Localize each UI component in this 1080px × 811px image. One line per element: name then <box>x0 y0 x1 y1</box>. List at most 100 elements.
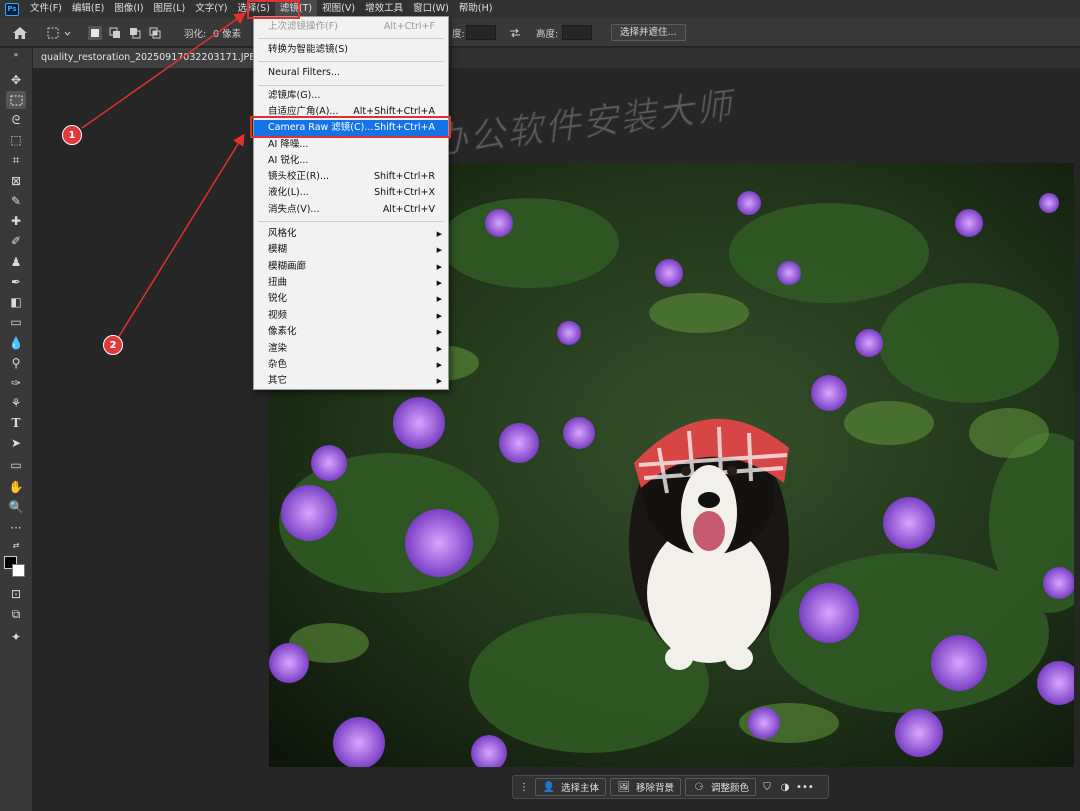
menu-item-last-filter[interactable]: 上次滤镜操作(F) Alt+Ctrl+F <box>254 19 448 35</box>
menu-item-sharpen[interactable]: 锐化 ▶ <box>254 291 448 307</box>
more-options-icon[interactable]: ••• <box>796 782 814 793</box>
menu-item-video[interactable]: 视频 ▶ <box>254 308 448 324</box>
menu-item-label: AI 降噪... <box>268 139 309 150</box>
background-color-swatch[interactable] <box>12 564 25 577</box>
swap-icon[interactable] <box>509 18 521 47</box>
feather-input[interactable]: 0 像素 <box>213 18 241 47</box>
more-tools-icon[interactable]: ··· <box>6 519 26 537</box>
dodge-tool-icon[interactable]: ⚲ <box>6 354 26 372</box>
brush-tool-icon[interactable]: ✐ <box>6 232 26 250</box>
menu-divider <box>258 85 444 86</box>
menu-item-noise[interactable]: 杂色 ▶ <box>254 357 448 373</box>
menu-item-label: 模糊画廊 <box>268 261 307 272</box>
remove-background-button[interactable]: 🖼 移除背景 <box>610 778 682 796</box>
menu-item-render[interactable]: 渲染 ▶ <box>254 341 448 357</box>
menu-help[interactable]: 帮助(H) <box>454 0 498 18</box>
menu-item-label: 扭曲 <box>268 277 288 288</box>
menu-item-pixelate[interactable]: 像素化 ▶ <box>254 324 448 340</box>
submenu-arrow-icon: ▶ <box>436 263 442 271</box>
menu-type[interactable]: 文字(Y) <box>190 0 232 18</box>
contextual-task-bar: ⋮ 👤 选择主体 🖼 移除背景 ⚆ 调整颜色 ⛉ ◑ ••• <box>512 775 829 799</box>
select-subject-button[interactable]: 👤 选择主体 <box>535 778 607 796</box>
menu-image[interactable]: 图像(I) <box>109 0 148 18</box>
menu-item-label: 模糊 <box>268 244 288 255</box>
move-tool-icon[interactable]: ✥ <box>6 71 26 89</box>
menu-item-blur-gallery[interactable]: 模糊画廊 ▶ <box>254 259 448 275</box>
width-input[interactable] <box>466 25 496 40</box>
menu-bar: Ps 文件(F) 编辑(E) 图像(I) 图层(L) 文字(Y) 选择(S) 滤… <box>0 0 1080 18</box>
adjust-color-button[interactable]: ⚆ 调整颜色 <box>685 778 757 796</box>
menu-item-lens-correction[interactable]: 镜头校正(R)... Shift+Ctrl+R <box>254 169 448 185</box>
type-tool-icon[interactable]: T <box>6 414 26 432</box>
select-subject-label: 选择主体 <box>561 783 600 794</box>
menu-item-label: 滤镜库(G)... <box>268 90 321 101</box>
filter-menu: 上次滤镜操作(F) Alt+Ctrl+F 转换为智能滤镜(S) Neural Fi… <box>253 16 449 390</box>
menu-item-label: AI 锐化... <box>268 155 309 166</box>
menu-layer[interactable]: 图层(L) <box>149 0 191 18</box>
menu-item-label: 液化(L)... <box>268 187 309 198</box>
menu-item-label: Neural Filters... <box>268 67 340 78</box>
image-icon: 🖼 <box>617 781 631 793</box>
menu-item-neural-filters[interactable]: Neural Filters... <box>254 65 448 81</box>
eyedropper-tool-icon[interactable]: ✎ <box>6 192 26 210</box>
menu-item-ai-sharpen[interactable]: AI 锐化... <box>254 153 448 169</box>
menu-item-label: 锐化 <box>268 293 288 304</box>
menu-item-stylize[interactable]: 风格化 ▶ <box>254 226 448 242</box>
frame-tool-icon[interactable]: ⊠ <box>6 172 26 190</box>
rectangle-tool-icon[interactable]: ▭ <box>6 456 26 474</box>
swap-colors-icon[interactable]: ⇄ <box>6 540 26 550</box>
submenu-arrow-icon: ▶ <box>436 361 442 369</box>
menu-item-shortcut: Alt+Ctrl+V <box>382 204 435 215</box>
home-icon[interactable] <box>12 18 28 47</box>
history-brush-tool-icon[interactable]: ✒ <box>6 273 26 291</box>
gradient-tool-icon[interactable]: ▭ <box>6 313 26 331</box>
hand-tool-icon[interactable]: ✋ <box>6 478 26 496</box>
blur-tool-icon[interactable]: 💧 <box>6 334 26 352</box>
adjustment-icon[interactable]: ◑ <box>778 782 792 793</box>
options-bar: 羽化: 0 像素 度: 高度: 选择并遮住... <box>0 18 1080 47</box>
menu-item-convert-smart-filters[interactable]: 转换为智能滤镜(S) <box>254 42 448 58</box>
edit-mask-icon[interactable]: ⛉ <box>760 782 774 793</box>
adjust-color-label: 调整颜色 <box>711 783 750 794</box>
menu-item-label: 杂色 <box>268 359 288 370</box>
menu-item-other[interactable]: 其它 ▶ <box>254 373 448 389</box>
path-selection-tool-icon[interactable]: ➤ <box>6 434 26 452</box>
generative-fill-icon[interactable]: ✦ <box>6 628 26 646</box>
selection-mode-icons[interactable] <box>88 18 164 47</box>
eraser-tool-icon[interactable]: ◧ <box>6 293 26 311</box>
document-tab-bar: quality_restoration_20250917032203171.JP… <box>33 48 1080 68</box>
clone-stamp-tool-icon[interactable]: ♟ <box>6 253 26 271</box>
lasso-tool-icon[interactable]: ᘓ <box>6 111 26 129</box>
object-selection-tool-icon[interactable]: ⬚ <box>6 131 26 149</box>
collapse-panel-icon[interactable]: » <box>6 50 26 59</box>
healing-brush-tool-icon[interactable]: ✚ <box>6 212 26 230</box>
annotation-box-filter-menu <box>247 0 300 19</box>
menu-item-label: 转换为智能滤镜(S) <box>268 44 348 55</box>
screen-mode-icon[interactable]: ⧉ <box>6 605 26 623</box>
menu-item-vanishing-point[interactable]: 消失点(V)... Alt+Ctrl+V <box>254 202 448 218</box>
submenu-arrow-icon: ▶ <box>436 345 442 353</box>
height-input[interactable] <box>562 25 592 40</box>
menu-item-label: 渲染 <box>268 343 288 354</box>
crop-tool-icon[interactable]: ⌗ <box>6 151 26 169</box>
quick-mask-icon[interactable]: ⊡ <box>6 585 26 603</box>
pen-tool-icon[interactable]: ✑ <box>6 374 26 392</box>
menu-file[interactable]: 文件(F) <box>25 0 67 18</box>
menu-item-ai-denoise[interactable]: AI 降噪... <box>254 137 448 153</box>
menu-item-label: 上次滤镜操作(F) <box>268 21 338 32</box>
rectangular-marquee-tool-icon[interactable] <box>6 91 26 109</box>
zoom-tool-icon[interactable]: 🔍 <box>6 498 26 516</box>
width-label: 度: <box>452 28 465 40</box>
menu-divider <box>258 38 444 39</box>
palette-icon: ⚆ <box>694 781 704 793</box>
pen-tool-alt-icon[interactable]: ⚘ <box>6 394 26 412</box>
menu-edit[interactable]: 编辑(E) <box>67 0 109 18</box>
drag-handle-icon[interactable]: ⋮ <box>517 782 531 793</box>
menu-item-shortcut: Shift+Ctrl+X <box>374 187 435 198</box>
marquee-options-icon[interactable] <box>47 18 71 47</box>
menu-item-blur[interactable]: 模糊 ▶ <box>254 242 448 258</box>
menu-item-liquify[interactable]: 液化(L)... Shift+Ctrl+X <box>254 185 448 201</box>
menu-item-filter-gallery[interactable]: 滤镜库(G)... <box>254 88 448 104</box>
select-and-mask-button[interactable]: 选择并遮住... <box>611 24 686 41</box>
menu-item-distort[interactable]: 扭曲 ▶ <box>254 275 448 291</box>
